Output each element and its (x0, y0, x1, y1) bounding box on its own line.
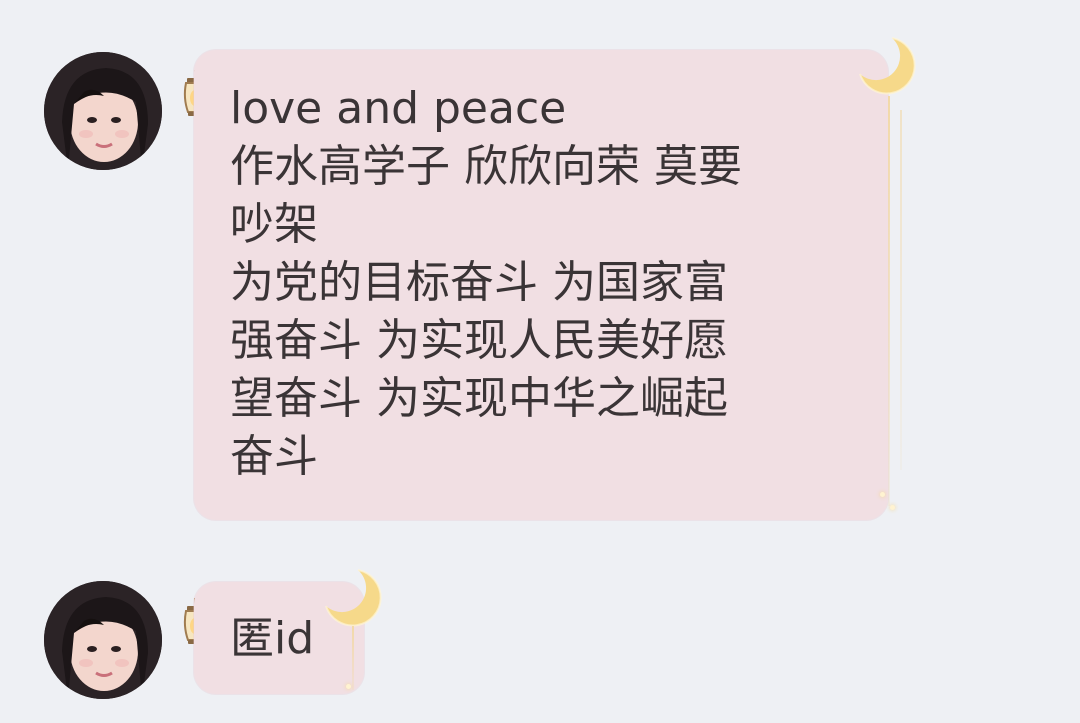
avatar[interactable] (44, 581, 162, 699)
sparkle (890, 505, 895, 510)
decoration-tassel (888, 96, 890, 506)
decoration-tassel (352, 626, 354, 690)
message-bubble[interactable]: love and peace 作水高学子 欣欣向荣 莫要 吵架 为党的目标奋斗 … (194, 50, 888, 520)
message-text: love and peace 作水高学子 欣欣向荣 莫要 吵架 为党的目标奋斗 … (230, 83, 742, 482)
sparkle (880, 492, 885, 497)
moon-icon (852, 34, 916, 98)
sparkle (346, 684, 351, 689)
avatar[interactable] (44, 52, 162, 170)
moon-icon (318, 566, 382, 630)
decoration-tassel (900, 110, 902, 470)
